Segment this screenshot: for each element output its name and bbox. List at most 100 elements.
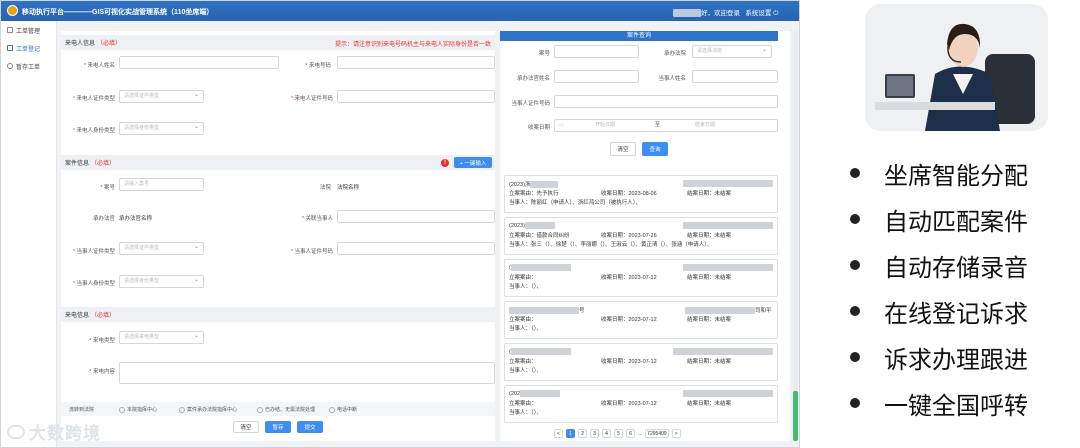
page-button[interactable]: 3 bbox=[590, 429, 599, 438]
clear-button[interactable]: 清空 bbox=[233, 421, 259, 433]
related-party-input[interactable] bbox=[337, 210, 495, 223]
caller-phone-input[interactable] bbox=[337, 56, 495, 69]
query-court-select[interactable]: 请选择法院 bbox=[692, 45, 772, 58]
flow-option-interrupted[interactable]: 电话中断 bbox=[329, 406, 357, 413]
party-cert-type-select[interactable]: 请选择证件类型 bbox=[119, 242, 204, 255]
next-page-button[interactable]: > bbox=[671, 429, 681, 438]
query-case-no-input[interactable] bbox=[554, 45, 639, 58]
save-draft-button[interactable]: 暂存 bbox=[265, 421, 291, 433]
flow-option-undertaking[interactable]: 案件承办法院指挥中心 bbox=[179, 406, 237, 413]
alert-icon: ! bbox=[441, 159, 449, 167]
caller-name-input[interactable] bbox=[119, 56, 279, 69]
submit-button[interactable]: 提交 bbox=[297, 421, 323, 433]
grid-icon bbox=[7, 27, 13, 33]
case-result-item[interactable]: ( 立案案由： 收案日期：2023-07-12 结案日期：未结案 当事人：（）、 bbox=[504, 259, 778, 297]
party-identity-select[interactable]: 请选择身份类型 bbox=[119, 275, 204, 288]
bullet-icon bbox=[850, 306, 860, 316]
quick-input-button[interactable]: + 一键输入 bbox=[454, 157, 492, 168]
bullet-icon bbox=[850, 352, 860, 362]
query-undertaker-label: 承办法官姓名 bbox=[516, 76, 550, 82]
page-button[interactable]: 2 bbox=[578, 429, 587, 438]
query-party-name-input[interactable] bbox=[692, 70, 778, 83]
case-result-item[interactable]: (2023)浙 立案案由：先予执行 收案日期：2023-08-06 结案日期：未… bbox=[504, 175, 778, 213]
query-case-no-label: 案号 bbox=[538, 51, 550, 57]
calendar-icon: ▭ bbox=[559, 122, 564, 128]
caller-name-label: * 来电人姓名 bbox=[83, 63, 115, 69]
bullet-icon bbox=[850, 398, 860, 408]
query-title: 案件查询 bbox=[500, 31, 778, 41]
court-logo-icon bbox=[7, 5, 18, 16]
sidebar: 工单管理 工单登记 暂存工单 bbox=[1, 21, 57, 447]
call-center-agent-image bbox=[865, 4, 1048, 131]
flow-radio-group: 流转到法院 本院指挥中心 案件承办法院指挥中心 已办结、无需法院处理 电话中断 bbox=[61, 402, 495, 416]
prev-page-button[interactable]: < bbox=[554, 429, 563, 438]
case-section-header: 案件信息 （必填） bbox=[61, 155, 495, 170]
settings-link[interactable]: 系统设置 bbox=[745, 10, 771, 17]
power-icon[interactable]: ⏻ bbox=[773, 10, 778, 17]
page-button[interactable]: 4 bbox=[602, 429, 611, 438]
query-clear-button[interactable]: 清空 bbox=[610, 142, 636, 156]
sidebar-item-order-register[interactable]: 工单登记 bbox=[1, 39, 56, 57]
feature-item: 诉求办理跟进 bbox=[850, 334, 1070, 380]
call-section-header: 来电信息 （必填） bbox=[61, 307, 495, 322]
query-search-button[interactable]: 查询 bbox=[642, 142, 668, 156]
bullet-icon bbox=[850, 214, 860, 224]
call-type-label: * 来电类型 bbox=[89, 338, 115, 344]
query-party-cert-input[interactable] bbox=[554, 95, 778, 108]
call-content-textarea[interactable] bbox=[119, 362, 495, 384]
bullet-icon bbox=[850, 260, 860, 270]
case-no-input[interactable]: 请输入案号 bbox=[119, 178, 204, 191]
welcome-text: 好，欢迎登录 bbox=[701, 10, 740, 17]
caller-cert-no-input[interactable] bbox=[337, 90, 495, 103]
caller-cert-no-label: * 来电人证件号码 bbox=[290, 96, 333, 102]
scrollbar[interactable] bbox=[793, 31, 798, 441]
user-name-redacted bbox=[673, 9, 701, 18]
sidebar-item-draft-orders[interactable]: 暂存工单 bbox=[1, 57, 56, 75]
flow-label: 流转到法院 bbox=[69, 407, 95, 413]
caller-identity-select[interactable]: 请选择身份类型 bbox=[119, 122, 204, 135]
query-court-label: 承办法院 bbox=[663, 51, 686, 57]
pagination: < 1 2 3 4 5 6 ... 7295409 > bbox=[554, 429, 681, 438]
query-date-range[interactable]: ▭ 开始日期 至 结束日期 bbox=[554, 119, 778, 132]
caller-identity-label: * 来电人身份类型 bbox=[72, 128, 115, 134]
page-button[interactable]: 6 bbox=[626, 429, 635, 438]
case-result-item[interactable]: (2023) 立案案由：借款合同纠纷 收案日期：2023-07-26 结案日期：… bbox=[504, 217, 778, 255]
case-result-item[interactable]: 号 司和平 立案案由： 收案日期：2023-07-12 结案日期：未结案 当事人… bbox=[504, 301, 778, 339]
identity-hint: 提示：请注意识别来电号码机主与来电人实际身份是否一致 bbox=[334, 42, 491, 48]
last-page-button[interactable]: 7295409 bbox=[645, 429, 669, 438]
flow-option-local[interactable]: 本院指挥中心 bbox=[119, 406, 157, 413]
case-result-item[interactable]: ( 立案案由： 收案日期：2023-07-12 结案日期：未结案 当事人：（）、 bbox=[504, 343, 778, 381]
caller-cert-type-label: * 来电人证件类型 bbox=[72, 96, 115, 102]
registration-form: 来电人信息 （必填） 提示：请注意识别来电号码机主与来电人实际身份是否一致 * 来… bbox=[61, 31, 495, 441]
scrollbar-thumb[interactable] bbox=[793, 391, 798, 441]
party-cert-type-label: * 当事人证件类型 bbox=[72, 249, 115, 255]
bullet-icon bbox=[850, 168, 860, 178]
page-button[interactable]: 1 bbox=[566, 429, 575, 438]
call-type-select[interactable]: 请选择来电类型 bbox=[119, 331, 204, 344]
agent-photo bbox=[865, 4, 1048, 131]
party-cert-no-input[interactable] bbox=[337, 242, 495, 255]
feature-item: 自动匹配案件 bbox=[850, 196, 1070, 242]
app-title: 移动执行平台————GIS可视化实战管理系统（110坐席端） bbox=[22, 9, 214, 16]
top-bar: 移动执行平台————GIS可视化实战管理系统（110坐席端） 好，欢迎登录 系统… bbox=[1, 1, 799, 21]
undertaker-value: 承办法官名称 bbox=[119, 216, 153, 222]
party-identity-label: * 当事人身份类型 bbox=[72, 281, 115, 287]
court-label: 法院 bbox=[319, 185, 331, 191]
feature-list: 坐席智能分配 自动匹配案件 自动存储录音 在线登记诉求 诉求办理跟进 一键全国呼… bbox=[850, 150, 1070, 426]
court-value: 法院名称 bbox=[337, 185, 360, 191]
app-window: 移动执行平台————GIS可视化实战管理系统（110坐席端） 好，欢迎登录 系统… bbox=[0, 0, 800, 448]
feature-item: 一键全国呼转 bbox=[850, 380, 1070, 426]
feature-item: 坐席智能分配 bbox=[850, 150, 1070, 196]
party-cert-no-label: * 当事人证件号码 bbox=[290, 249, 333, 255]
feature-item: 自动存储录音 bbox=[850, 242, 1070, 288]
page-button[interactable]: 5 bbox=[614, 429, 623, 438]
pager-ellipsis: ... bbox=[638, 430, 643, 437]
case-result-item[interactable]: (202 立案案由： 收案日期：2023-07-12 结案日期：未结案 当事人：… bbox=[504, 385, 778, 423]
flow-option-closed[interactable]: 已办结、无需法院处理 bbox=[257, 406, 315, 413]
case-query-panel: 案件查询 案号 承办法院 请选择法院 承办法官姓名 当事人姓名 当事人证件号码 … bbox=[500, 31, 790, 441]
caller-cert-type-select[interactable]: 请选择证件类型 bbox=[119, 90, 204, 103]
watermark: 大数跨境 bbox=[7, 419, 101, 444]
query-undertaker-input[interactable] bbox=[554, 70, 639, 83]
sidebar-item-order-management[interactable]: 工单管理 bbox=[1, 21, 56, 39]
undertaker-label: 承办法官 bbox=[92, 216, 115, 222]
